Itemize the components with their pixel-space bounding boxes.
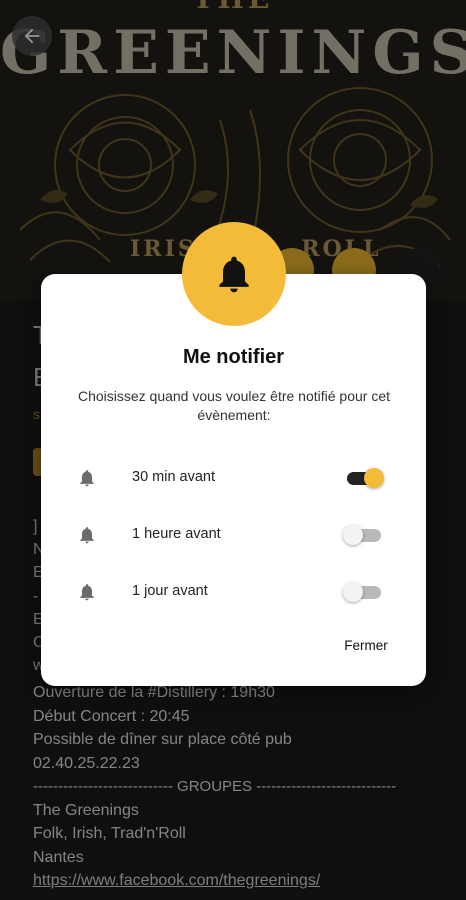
dialog-description: Choisissez quand vous voulez être notifi… — [77, 388, 391, 423]
dialog-title: Me notifier — [182, 346, 285, 368]
toggle-knob — [343, 582, 363, 602]
notify-option-1day: 1 jour avant — [41, 572, 426, 612]
toggle-1hour[interactable] — [343, 524, 385, 546]
toggle-30min[interactable] — [343, 467, 385, 489]
toggle-knob — [364, 468, 384, 488]
option-label: 1 heure avant — [132, 526, 221, 542]
option-label: 30 min avant — [132, 469, 216, 485]
notify-option-30min: 30 min avant — [41, 458, 426, 498]
bell-icon — [80, 584, 94, 601]
bell-icon — [80, 470, 94, 487]
bell-icon — [80, 527, 94, 544]
dialog-bell-badge — [182, 222, 286, 326]
notify-option-1hour: 1 heure avant — [41, 515, 426, 555]
close-button[interactable]: Fermer — [331, 634, 401, 658]
bell-icon — [219, 256, 249, 293]
toggle-knob — [343, 525, 363, 545]
notify-dialog: Me notifier Choisissez quand vous voulez… — [41, 274, 426, 686]
option-label: 1 jour avant — [132, 583, 208, 599]
toggle-1day[interactable] — [343, 581, 385, 603]
